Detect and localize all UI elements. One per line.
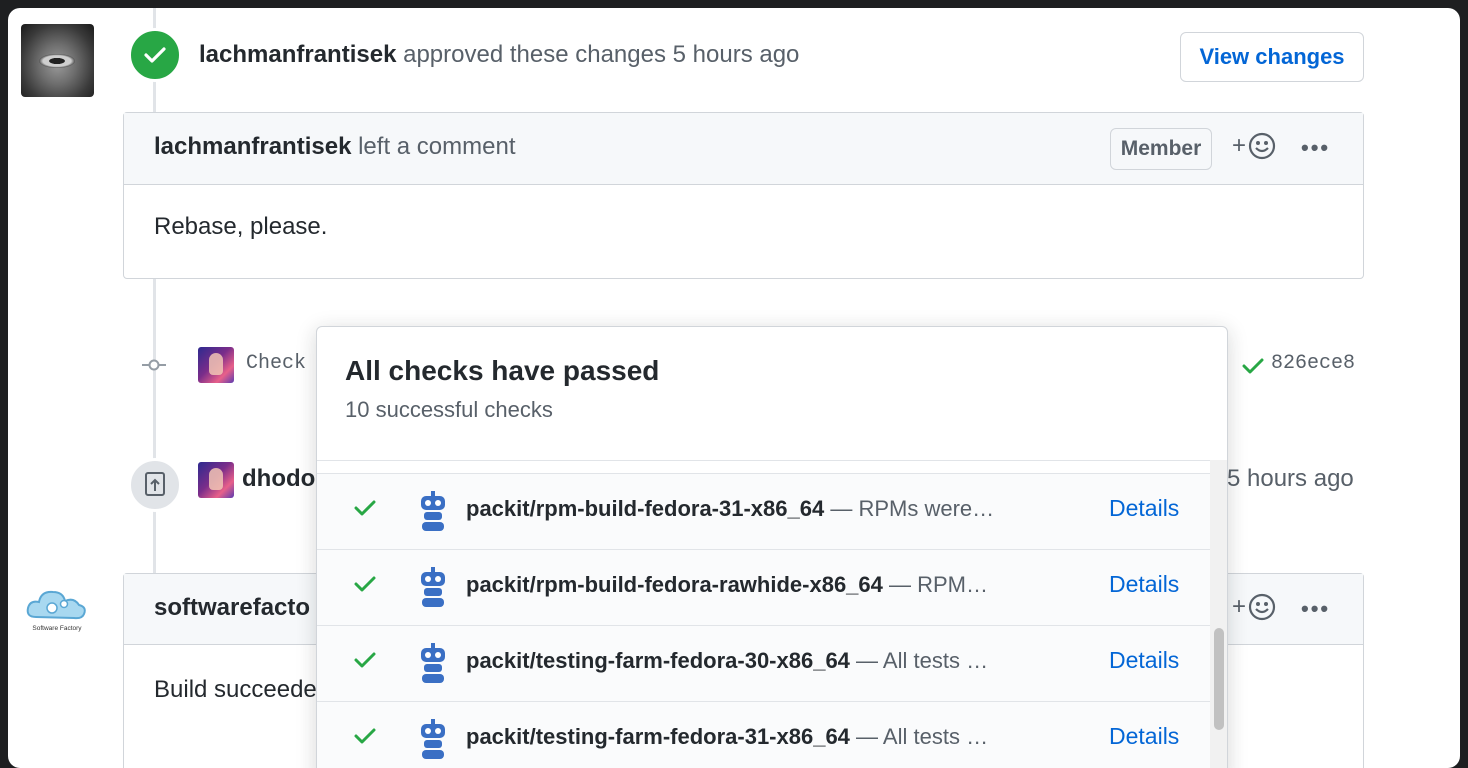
checks-title: All checks have passed bbox=[345, 355, 660, 386]
approval-action: approved these changes bbox=[403, 41, 666, 68]
check-success-icon bbox=[354, 728, 376, 744]
packit-bot-icon bbox=[421, 643, 445, 683]
packit-bot-icon bbox=[421, 719, 445, 759]
review-comment: lachmanfrantisek left a comment Member +… bbox=[123, 112, 1364, 279]
smiley-icon bbox=[1248, 593, 1276, 621]
smiley-icon bbox=[1248, 132, 1276, 160]
check-success-icon bbox=[354, 652, 376, 668]
event-author[interactable]: dhodo bbox=[242, 465, 315, 493]
check-description: — RPM… bbox=[882, 572, 989, 597]
checks-scrollbar-thumb[interactable] bbox=[1214, 628, 1224, 730]
packit-bot-icon bbox=[421, 491, 445, 531]
check-row: packit/rpm-build-fedora-rawhide-x86_64 —… bbox=[317, 549, 1210, 626]
bot-comment-author[interactable]: softwarefacto bbox=[154, 594, 310, 621]
commit-icon bbox=[142, 359, 166, 371]
checks-scrollbar[interactable] bbox=[1210, 460, 1227, 768]
add-reaction-button[interactable]: + bbox=[1232, 132, 1276, 160]
check-name-line: packit/rpm-build-fedora-31-x86_64 — RPMs… bbox=[466, 496, 994, 522]
bot-more-options-icon[interactable]: ••• bbox=[1301, 596, 1330, 622]
check-description: — All tests … bbox=[849, 648, 989, 673]
checks-popover-header: All checks have passed 10 successful che… bbox=[317, 327, 1227, 461]
check-description: — All tests … bbox=[849, 724, 989, 749]
approved-check-icon bbox=[128, 28, 182, 82]
event-icon bbox=[128, 458, 182, 512]
more-options-icon[interactable]: ••• bbox=[1301, 135, 1330, 161]
repo-push-icon bbox=[145, 472, 165, 496]
commit-author-avatar[interactable] bbox=[198, 347, 234, 383]
checks-list: packit/rpm-build-fedora-31-x86_64 — RPMs… bbox=[317, 473, 1210, 768]
check-name: packit/rpm-build-fedora-rawhide-x86_64 bbox=[466, 572, 883, 597]
approval-author[interactable]: lachmanfrantisek bbox=[199, 41, 396, 68]
check-name-line: packit/testing-farm-fedora-30-x86_64 — A… bbox=[466, 648, 988, 674]
event-time[interactable]: 5 hours ago bbox=[1227, 465, 1354, 493]
check-name: packit/testing-farm-fedora-31-x86_64 bbox=[466, 724, 850, 749]
comment-author-line: lachmanfrantisek left a comment bbox=[154, 133, 516, 161]
member-badge: Member bbox=[1110, 128, 1212, 170]
checks-subtitle: 10 successful checks bbox=[345, 397, 553, 422]
check-name-line: packit/testing-farm-fedora-31-x86_64 — A… bbox=[466, 724, 988, 750]
check-description: — RPMs were… bbox=[824, 496, 995, 521]
comment-header: lachmanfrantisek left a comment Member +… bbox=[124, 113, 1363, 185]
commit-status-check-icon[interactable] bbox=[1242, 357, 1264, 375]
bot-comment-author-line: softwarefacto bbox=[154, 594, 310, 622]
check-success-icon bbox=[354, 576, 376, 592]
view-changes-button[interactable]: View changes bbox=[1180, 32, 1364, 82]
pr-timeline: lachmanfrantisek approved these changes … bbox=[8, 8, 1460, 768]
comment-body: Rebase, please. bbox=[154, 213, 328, 240]
bot-comment-body: Build succeede bbox=[154, 676, 317, 703]
check-details-link[interactable]: Details bbox=[1109, 647, 1179, 674]
packit-bot-icon bbox=[421, 567, 445, 607]
check-row: packit/rpm-build-fedora-31-x86_64 — RPMs… bbox=[317, 473, 1210, 550]
check-details-link[interactable]: Details bbox=[1109, 495, 1179, 522]
comment-author[interactable]: lachmanfrantisek bbox=[154, 133, 351, 160]
check-row: packit/testing-farm-fedora-30-x86_64 — A… bbox=[317, 625, 1210, 702]
check-details-link[interactable]: Details bbox=[1109, 571, 1179, 598]
approval-event: lachmanfrantisek approved these changes … bbox=[199, 41, 799, 69]
check-name: packit/testing-farm-fedora-30-x86_64 bbox=[466, 648, 850, 673]
check-row: packit/testing-farm-fedora-31-x86_64 — A… bbox=[317, 701, 1210, 768]
software-factory-logo-text: Software Factory bbox=[32, 625, 82, 632]
software-factory-logo[interactable]: Software Factory bbox=[22, 583, 92, 635]
checks-popover: All checks have passed 10 successful che… bbox=[316, 326, 1228, 768]
commit-message[interactable]: Check bbox=[246, 352, 306, 375]
event-author-avatar[interactable] bbox=[198, 462, 234, 498]
approval-time[interactable]: 5 hours ago bbox=[673, 41, 800, 68]
check-name: packit/rpm-build-fedora-31-x86_64 bbox=[466, 496, 825, 521]
check-name-line: packit/rpm-build-fedora-rawhide-x86_64 —… bbox=[466, 572, 988, 598]
commit-sha[interactable]: 826ece8 bbox=[1271, 352, 1355, 375]
check-success-icon bbox=[354, 500, 376, 516]
avatar[interactable] bbox=[21, 24, 94, 97]
check-details-link[interactable]: Details bbox=[1109, 723, 1179, 750]
reaction-plus: + bbox=[1232, 132, 1247, 159]
bot-reaction-plus: + bbox=[1232, 593, 1247, 620]
comment-action: left a comment bbox=[358, 133, 516, 160]
bot-add-reaction-button[interactable]: + bbox=[1232, 593, 1276, 621]
